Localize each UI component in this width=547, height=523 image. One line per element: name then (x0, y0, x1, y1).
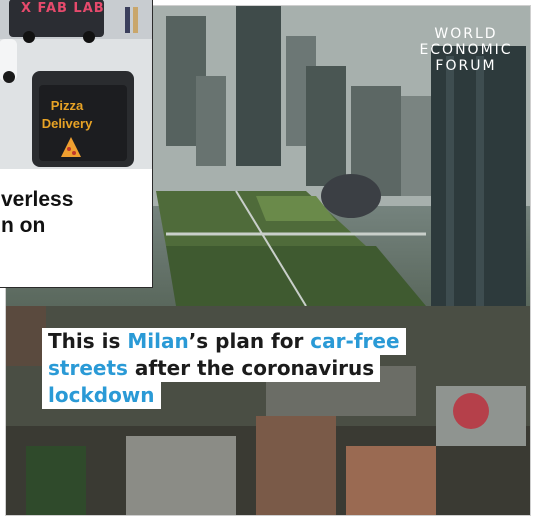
caption-highlight: Milan (127, 329, 189, 353)
caption-highlight: car-free (310, 329, 400, 353)
caption-highlight: streets (48, 356, 128, 380)
pizza-delivery-sign: Pizza Delivery (37, 97, 97, 133)
inset-caption-line: verless (1, 188, 74, 211)
logo-line: ECONOMIC (419, 42, 513, 58)
inset-caption: verless n on (1, 187, 73, 239)
caption-line-1: This is Milan’s plan for car-free (42, 328, 406, 355)
sign-line: Pizza (50, 98, 84, 113)
video-caption: This is Milan’s plan for car-free street… (42, 328, 406, 409)
fablab-brand-text: X FAB LAB (21, 1, 105, 16)
logo-line: FORUM (435, 58, 497, 74)
caption-highlight: lockdown (48, 383, 155, 407)
caption-line-2: streets after the coronavirus (42, 355, 381, 382)
inset-thumbnail: X FAB LAB Pizza Delivery verless n on (0, 0, 153, 288)
caption-text: ’s plan for (188, 329, 311, 353)
sign-line: Delivery (41, 116, 93, 131)
video-frame: WORLD ECONOMIC FORUM This is Milan’s pla… (0, 0, 547, 523)
inset-caption-line: n on (1, 214, 46, 237)
caption-text: This is (48, 329, 128, 353)
world-economic-forum-logo: WORLD ECONOMIC FORUM (406, 26, 526, 74)
logo-line: WORLD (434, 26, 498, 42)
caption-line-3: lockdown (42, 382, 161, 409)
caption-text: after the coronavirus (127, 356, 375, 380)
delivery-robot-illustration (0, 0, 152, 169)
